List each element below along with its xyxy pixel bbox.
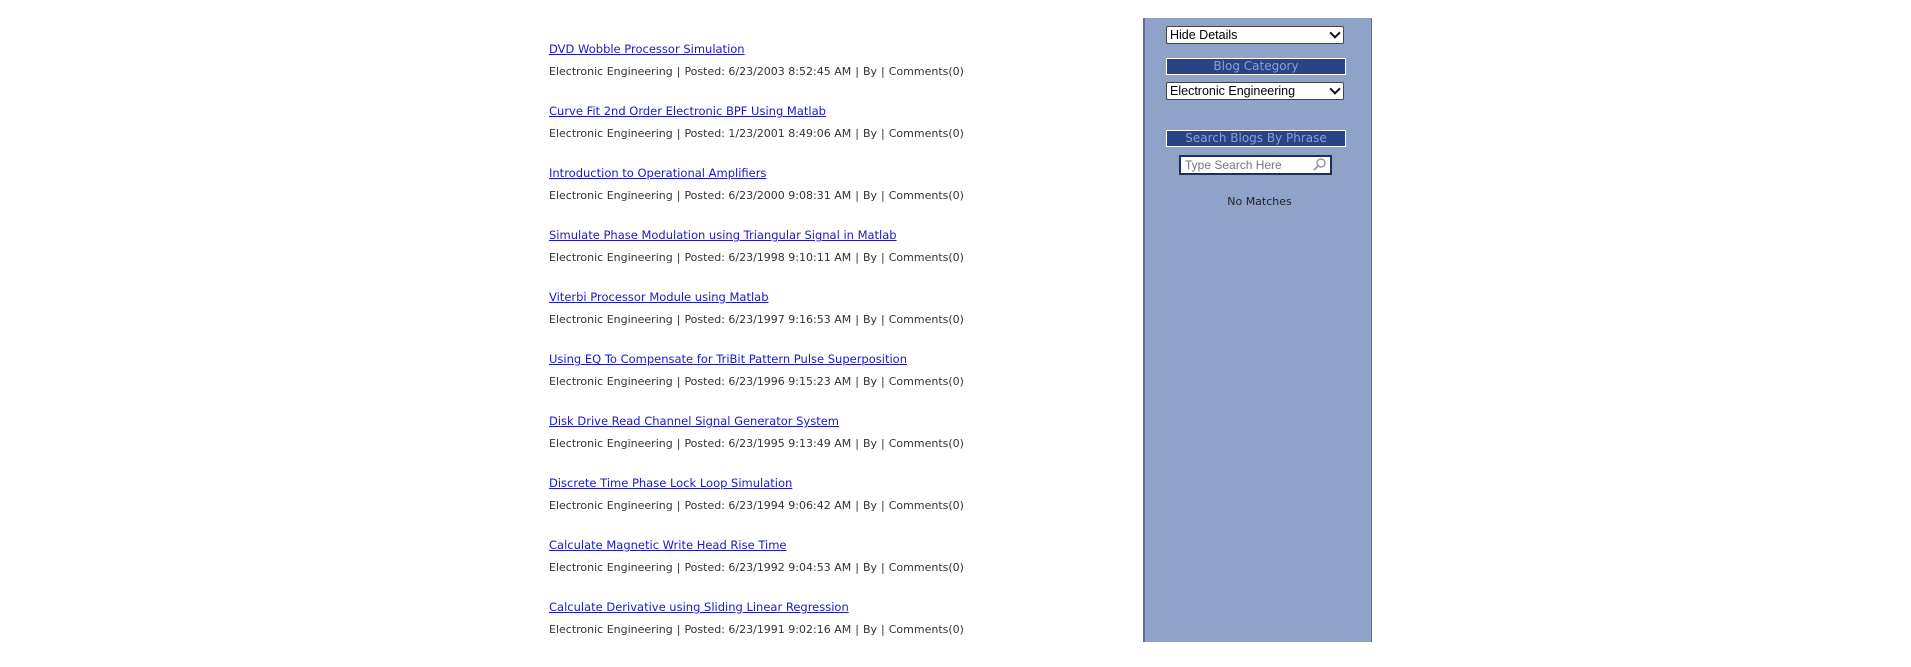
post-category: Electronic Engineering bbox=[549, 313, 673, 326]
post-date: Posted: 6/23/2000 9:08:31 AM bbox=[684, 189, 852, 202]
post-meta: Electronic Engineering | Posted: 6/23/2003… bbox=[549, 65, 964, 78]
post-category: Electronic Engineering bbox=[549, 561, 673, 574]
post-date: Posted: 6/23/1995 9:13:49 AM bbox=[684, 437, 852, 450]
post-date: Posted: 6/23/1998 9:10:11 AM bbox=[684, 251, 852, 264]
chevron-down-icon bbox=[1329, 27, 1341, 39]
post-meta: Electronic Engineering | Posted: 6/23/1997… bbox=[549, 313, 964, 326]
post-comments-link[interactable]: Comments(0) bbox=[889, 623, 964, 636]
post-author: By bbox=[862, 251, 878, 264]
search-blogs-header: Search Blogs By Phrase bbox=[1166, 130, 1346, 147]
post-title-link[interactable]: Viterbi Processor Module using Matlab bbox=[549, 290, 1109, 305]
post-title-link[interactable]: Introduction to Operational Amplifiers bbox=[549, 166, 1109, 181]
post-date: Posted: 6/23/1992 9:04:53 AM bbox=[684, 561, 852, 574]
blog-post: DVD Wobble Processor Simulation Electron… bbox=[549, 42, 1109, 104]
post-title-link[interactable]: Disk Drive Read Channel Signal Generator… bbox=[549, 414, 1109, 429]
blog-post: Introduction to Operational Amplifiers E… bbox=[549, 166, 1109, 228]
search-status-text: No Matches bbox=[1227, 195, 1292, 208]
post-author: By bbox=[862, 375, 878, 388]
post-comments-link[interactable]: Comments(0) bbox=[889, 251, 964, 264]
post-comments-link[interactable]: Comments(0) bbox=[889, 127, 964, 140]
post-category: Electronic Engineering bbox=[549, 251, 673, 264]
details-select-value: Hide Details bbox=[1170, 28, 1238, 42]
category-select[interactable]: Electronic Engineering bbox=[1166, 82, 1344, 100]
blog-post: Calculate Magnetic Write Head Rise Time … bbox=[549, 538, 1109, 600]
post-comments-link[interactable]: Comments(0) bbox=[889, 437, 964, 450]
post-title-link[interactable]: Curve Fit 2nd Order Electronic BPF Using… bbox=[549, 104, 1109, 119]
details-select[interactable]: Hide Details bbox=[1166, 26, 1344, 44]
post-title-link[interactable]: Calculate Derivative using Sliding Linea… bbox=[549, 600, 1109, 615]
search-box bbox=[1179, 155, 1332, 175]
blog-category-header: Blog Category bbox=[1166, 58, 1346, 75]
blog-post: Simulate Phase Modulation using Triangul… bbox=[549, 228, 1109, 290]
post-meta: Electronic Engineering | Posted: 6/23/1998… bbox=[549, 251, 964, 264]
post-comments-link[interactable]: Comments(0) bbox=[889, 189, 964, 202]
search-input[interactable] bbox=[1183, 157, 1312, 173]
post-comments-link[interactable]: Comments(0) bbox=[889, 65, 964, 78]
blog-post: Curve Fit 2nd Order Electronic BPF Using… bbox=[549, 104, 1109, 166]
post-title-link[interactable]: Using EQ To Compensate for TriBit Patter… bbox=[549, 352, 1109, 367]
post-author: By bbox=[862, 313, 878, 326]
post-meta: Electronic Engineering | Posted: 6/23/1992… bbox=[549, 561, 964, 574]
blog-post: Calculate Derivative using Sliding Linea… bbox=[549, 600, 1109, 662]
post-date: Posted: 6/23/1996 9:15:23 AM bbox=[684, 375, 852, 388]
post-author: By bbox=[862, 623, 878, 636]
chevron-down-icon bbox=[1329, 83, 1341, 95]
post-author: By bbox=[862, 561, 878, 574]
post-title-link[interactable]: Calculate Magnetic Write Head Rise Time bbox=[549, 538, 1109, 553]
post-meta: Electronic Engineering | Posted: 6/23/2000… bbox=[549, 189, 964, 202]
post-meta: Electronic Engineering | Posted: 6/23/1996… bbox=[549, 375, 964, 388]
blog-post: Disk Drive Read Channel Signal Generator… bbox=[549, 414, 1109, 476]
post-category: Electronic Engineering bbox=[549, 375, 673, 388]
blog-post: Using EQ To Compensate for TriBit Patter… bbox=[549, 352, 1109, 414]
post-title-link[interactable]: Simulate Phase Modulation using Triangul… bbox=[549, 228, 1109, 243]
post-author: By bbox=[862, 437, 878, 450]
post-date: Posted: 6/23/1991 9:02:16 AM bbox=[684, 623, 852, 636]
post-author: By bbox=[862, 189, 878, 202]
post-category: Electronic Engineering bbox=[549, 189, 673, 202]
blog-post-list: DVD Wobble Processor Simulation Electron… bbox=[549, 42, 1109, 662]
post-author: By bbox=[862, 65, 878, 78]
post-date: Posted: 1/23/2001 8:49:06 AM bbox=[684, 127, 852, 140]
post-category: Electronic Engineering bbox=[549, 65, 673, 78]
post-meta: Electronic Engineering | Posted: 6/23/1994… bbox=[549, 499, 964, 512]
post-author: By bbox=[862, 499, 878, 512]
post-comments-link[interactable]: Comments(0) bbox=[889, 313, 964, 326]
blog-sidebar: Hide Details Blog Category Electronic En… bbox=[1143, 18, 1372, 642]
post-meta: Electronic Engineering | Posted: 6/23/1995… bbox=[549, 437, 964, 450]
magnifier-icon bbox=[1313, 158, 1326, 171]
blog-post: Viterbi Processor Module using Matlab El… bbox=[549, 290, 1109, 352]
post-date: Posted: 6/23/2003 8:52:45 AM bbox=[684, 65, 852, 78]
post-date: Posted: 6/23/1994 9:06:42 AM bbox=[684, 499, 852, 512]
post-date: Posted: 6/23/1997 9:16:53 AM bbox=[684, 313, 852, 326]
post-category: Electronic Engineering bbox=[549, 437, 673, 450]
post-title-link[interactable]: Discrete Time Phase Lock Loop Simulation bbox=[549, 476, 1109, 491]
post-title-link[interactable]: DVD Wobble Processor Simulation bbox=[549, 42, 1109, 57]
post-category: Electronic Engineering bbox=[549, 623, 673, 636]
post-author: By bbox=[862, 127, 878, 140]
post-meta: Electronic Engineering | Posted: 6/23/1991… bbox=[549, 623, 964, 636]
post-meta: Electronic Engineering | Posted: 1/23/2001… bbox=[549, 127, 964, 140]
post-category: Electronic Engineering bbox=[549, 127, 673, 140]
post-comments-link[interactable]: Comments(0) bbox=[889, 375, 964, 388]
category-select-value: Electronic Engineering bbox=[1170, 84, 1296, 98]
search-button[interactable] bbox=[1311, 157, 1329, 173]
blog-post: Discrete Time Phase Lock Loop Simulation… bbox=[549, 476, 1109, 538]
post-comments-link[interactable]: Comments(0) bbox=[889, 561, 964, 574]
post-comments-link[interactable]: Comments(0) bbox=[889, 499, 964, 512]
post-category: Electronic Engineering bbox=[549, 499, 673, 512]
